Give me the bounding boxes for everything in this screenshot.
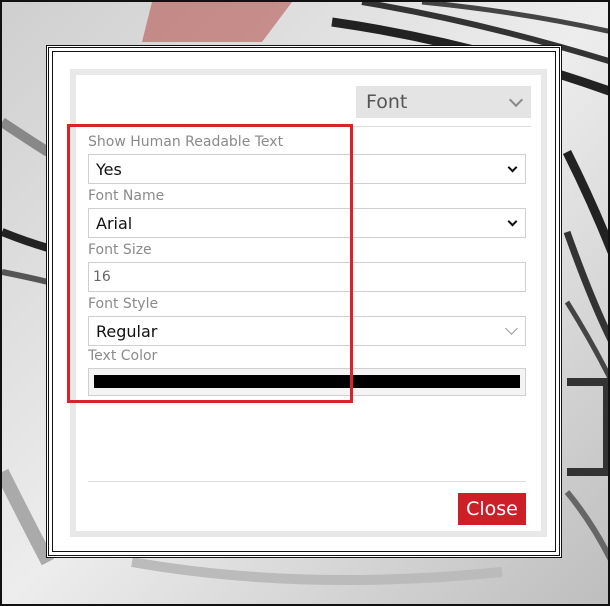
show-human-readable-label: Show Human Readable Text — [88, 134, 284, 150]
font-name-select[interactable]: Arial — [88, 208, 526, 238]
show-human-readable-select[interactable]: Yes — [88, 154, 526, 184]
font-name-value: Arial — [96, 213, 133, 233]
chevron-down-icon — [507, 162, 518, 172]
text-color-label: Text Color — [88, 348, 158, 364]
font-style-label: Font Style — [88, 296, 159, 312]
panel-header: Font — [86, 75, 531, 127]
section-select[interactable]: Font — [356, 86, 531, 118]
show-human-readable-value: Yes — [96, 159, 122, 179]
font-name-label: Font Name — [88, 188, 165, 204]
close-button[interactable]: Close — [458, 493, 526, 525]
font-settings-panel: Font Show Human Readable Text Yes Font N… — [70, 69, 547, 537]
text-color-picker[interactable] — [88, 368, 526, 396]
font-size-label: Font Size — [88, 242, 152, 258]
section-select-value: Font — [366, 91, 408, 113]
chevron-down-icon — [505, 322, 518, 335]
chevron-down-icon — [507, 216, 518, 226]
footer-divider — [88, 481, 526, 482]
font-size-input[interactable] — [88, 262, 526, 292]
font-style-value: Regular — [96, 321, 158, 341]
font-style-select[interactable]: Regular — [88, 316, 526, 346]
text-color-swatch — [94, 375, 520, 388]
dialog-frame: Font Show Human Readable Text Yes Font N… — [46, 45, 562, 558]
chevron-down-icon — [508, 92, 524, 107]
